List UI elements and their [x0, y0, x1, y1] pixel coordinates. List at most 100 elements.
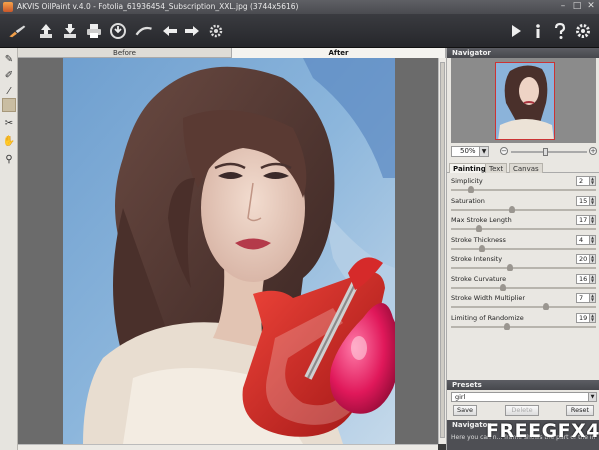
param-slider-thumb[interactable] — [506, 264, 513, 271]
param-slider-thumb[interactable] — [509, 205, 516, 213]
navigator-thumbnail[interactable] — [495, 62, 555, 140]
param-slider[interactable] — [451, 306, 596, 308]
brush-logo-icon — [4, 21, 30, 41]
spinner-arrows-icon[interactable]: ▲ ▼ — [590, 195, 596, 206]
help-icon[interactable] — [550, 21, 570, 41]
param-label: Simplicity — [451, 177, 483, 185]
vertical-scrollbar[interactable] — [438, 58, 446, 444]
undo-icon[interactable] — [160, 21, 180, 41]
param-value-input[interactable]: 19 — [576, 312, 590, 323]
tool-bar: ✎ ✐ ⁄ ✂ ✋ ⚲ — [0, 48, 18, 450]
param-row: Stroke Width Multiplier 7 ▲ ▼ — [451, 293, 597, 313]
watermark-logo: FREEGFX4U — [486, 420, 599, 442]
zoom-select[interactable]: 50% ▼ — [451, 146, 489, 157]
param-slider[interactable] — [451, 228, 596, 230]
oil-painting-image — [63, 58, 395, 444]
stroke-color-tool-icon[interactable]: ✐ — [2, 68, 16, 82]
spinner-arrows-icon[interactable]: ▲ ▼ — [590, 312, 596, 323]
vertical-scroll-thumb[interactable] — [440, 62, 445, 438]
param-value-input[interactable]: 7 — [576, 293, 590, 303]
param-value-input[interactable]: 20 — [576, 254, 590, 264]
param-row: Stroke Thickness 4 ▲ ▼ — [451, 234, 597, 255]
tab-text[interactable]: Text — [485, 163, 508, 173]
param-row: Saturation 15 ▲ ▼ — [451, 195, 597, 216]
panel-tabs: Painting Text Canvas — [447, 163, 599, 173]
chevron-down-icon: ▼ — [588, 393, 596, 401]
app-window: AKVIS OilPaint v.4.0 - Fotolia_61936454_… — [0, 0, 599, 450]
param-slider[interactable] — [451, 208, 596, 211]
settings-gear-icon[interactable] — [206, 21, 226, 41]
param-slider[interactable] — [451, 247, 596, 250]
toolbar — [0, 14, 599, 48]
hand-tool-icon[interactable]: ✋ — [2, 134, 16, 148]
minimize-button[interactable]: – — [557, 2, 569, 12]
zoom-out-button[interactable]: − — [500, 147, 508, 155]
window-title: AKVIS OilPaint v.4.0 - Fotolia_61936454_… — [17, 2, 299, 11]
spinner-arrows-icon[interactable]: ▲ ▼ — [590, 215, 596, 225]
param-label: Stroke Curvature — [451, 274, 507, 283]
spinner-arrows-icon[interactable]: ▲ ▼ — [590, 293, 596, 303]
close-button[interactable]: ✕ — [585, 2, 597, 12]
view-tabs: Before After — [18, 48, 446, 58]
presets-section: girl ▼ Save Delete Reset — [447, 380, 599, 420]
preset-select[interactable]: girl ▼ — [451, 392, 597, 402]
maximize-button[interactable]: □ — [571, 2, 583, 12]
tab-canvas[interactable]: Canvas — [509, 163, 543, 173]
param-value-input[interactable]: 15 — [576, 195, 590, 206]
param-label: Stroke Intensity — [451, 255, 503, 263]
spinner-arrows-icon[interactable]: ▲ ▼ — [590, 254, 596, 264]
param-slider-thumb[interactable] — [478, 244, 485, 252]
share-icon[interactable] — [108, 21, 128, 41]
title-bar: AKVIS OilPaint v.4.0 - Fotolia_61936454_… — [0, 0, 599, 14]
zoom-slider-thumb[interactable] — [542, 148, 548, 156]
param-row: Stroke Curvature 16 ▲ ▼ — [451, 273, 597, 294]
param-slider-thumb[interactable] — [542, 303, 549, 310]
zoom-in-button[interactable]: + — [589, 147, 597, 155]
save-preset-button[interactable]: Save — [453, 405, 477, 416]
brush-tool-icon[interactable]: ⁄ — [2, 84, 16, 98]
param-slider-thumb[interactable] — [467, 186, 474, 193]
redo-icon[interactable] — [182, 21, 202, 41]
spinner-arrows-icon[interactable]: ▲ ▼ — [590, 234, 596, 245]
image-canvas[interactable] — [18, 58, 438, 444]
spinner-arrows-icon[interactable]: ▲ ▼ — [590, 273, 596, 284]
tab-painting[interactable]: Painting — [449, 163, 490, 173]
info-icon[interactable] — [528, 21, 548, 41]
zoom-tool-icon[interactable]: ⚲ — [2, 152, 16, 166]
param-value-input[interactable]: 2 — [576, 176, 590, 186]
param-slider-thumb[interactable] — [503, 322, 510, 330]
param-slider-thumb[interactable] — [499, 283, 506, 291]
param-value-input[interactable]: 16 — [576, 273, 590, 284]
delete-preset-button[interactable]: Delete — [505, 405, 539, 416]
param-slider-thumb[interactable] — [476, 225, 483, 232]
horizontal-scrollbar[interactable] — [18, 444, 438, 450]
spinner-arrows-icon[interactable]: ▲ ▼ — [590, 176, 596, 186]
param-label: Stroke Width Multiplier — [451, 294, 526, 302]
param-slider[interactable] — [451, 267, 596, 269]
param-slider[interactable] — [451, 286, 596, 289]
param-value-input[interactable]: 4 — [576, 234, 590, 245]
param-row: Stroke Intensity 20 ▲ ▼ — [451, 254, 597, 274]
chevron-down-icon: ▼ — [479, 147, 488, 156]
param-value-input[interactable]: 17 — [576, 215, 590, 225]
print-icon[interactable] — [84, 21, 104, 41]
param-row: Max Stroke Length 17 ▲ ▼ — [451, 215, 597, 235]
preset-value: girl — [455, 393, 466, 401]
preferences-icon[interactable] — [573, 21, 593, 41]
stroke-icon[interactable] — [132, 21, 156, 41]
run-icon[interactable] — [506, 21, 526, 41]
save-icon[interactable] — [60, 21, 80, 41]
tab-after[interactable]: After — [232, 48, 446, 58]
param-row: Limiting of Randomize 19 ▲ ▼ — [451, 312, 597, 333]
eraser-tool-icon[interactable]: ✂ — [2, 116, 16, 130]
app-icon — [3, 2, 13, 12]
zoom-row: 50% ▼ − + — [451, 146, 597, 158]
open-icon[interactable] — [36, 21, 56, 41]
selected-tool[interactable] — [2, 98, 16, 112]
reset-preset-button[interactable]: Reset — [566, 405, 594, 416]
zoom-slider[interactable] — [511, 148, 587, 156]
tab-before[interactable]: Before — [18, 48, 232, 58]
direction-tool-icon[interactable]: ✎ — [2, 52, 16, 66]
param-label: Saturation — [451, 196, 485, 205]
param-slider[interactable] — [451, 325, 596, 328]
